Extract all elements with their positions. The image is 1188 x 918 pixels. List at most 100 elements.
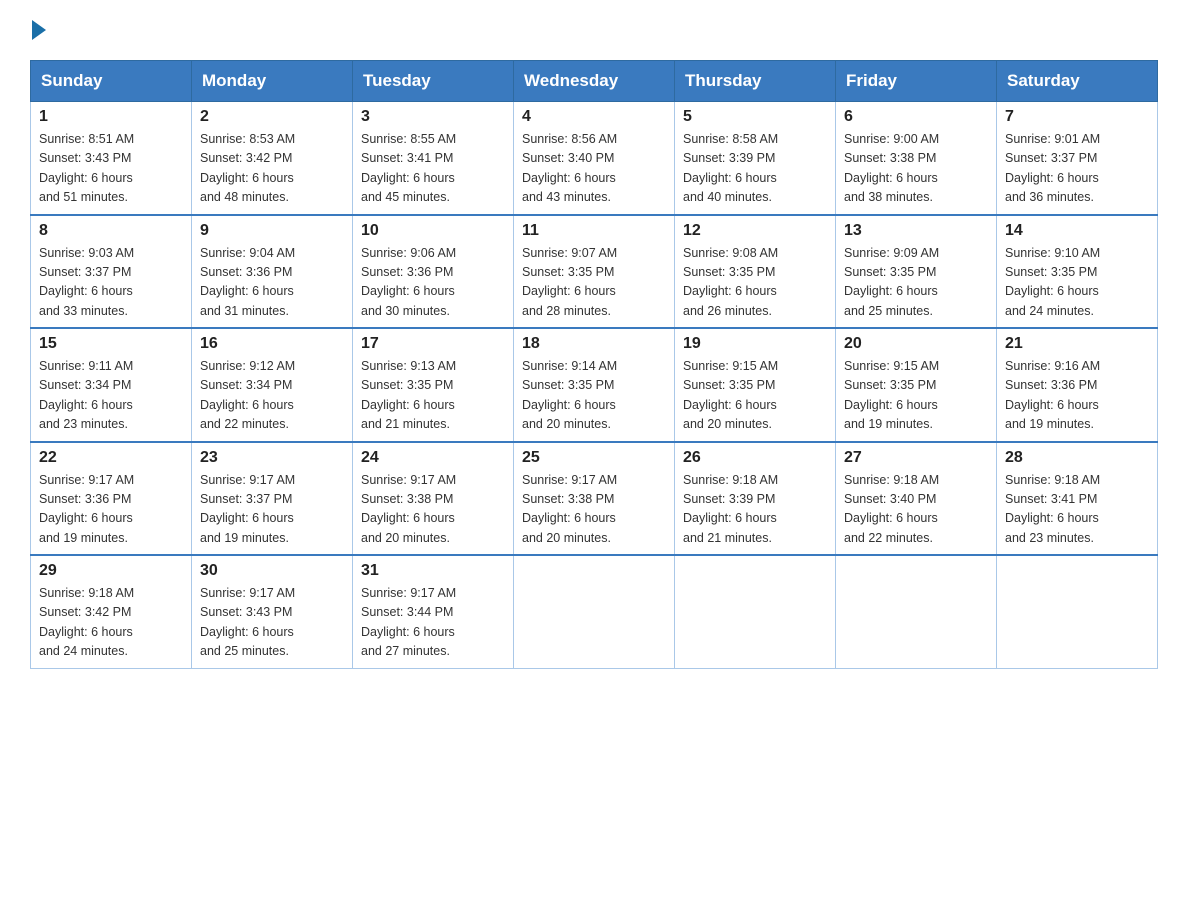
calendar-cell: 18 Sunrise: 9:14 AMSunset: 3:35 PMDaylig… <box>514 328 675 442</box>
day-info: Sunrise: 9:14 AMSunset: 3:35 PMDaylight:… <box>522 357 666 435</box>
calendar-cell: 27 Sunrise: 9:18 AMSunset: 3:40 PMDaylig… <box>836 442 997 556</box>
calendar-cell: 15 Sunrise: 9:11 AMSunset: 3:34 PMDaylig… <box>31 328 192 442</box>
day-info: Sunrise: 9:18 AMSunset: 3:42 PMDaylight:… <box>39 584 183 662</box>
calendar-cell: 23 Sunrise: 9:17 AMSunset: 3:37 PMDaylig… <box>192 442 353 556</box>
day-number: 15 <box>39 335 183 353</box>
day-number: 16 <box>200 335 344 353</box>
calendar-cell: 29 Sunrise: 9:18 AMSunset: 3:42 PMDaylig… <box>31 555 192 668</box>
calendar-cell: 4 Sunrise: 8:56 AMSunset: 3:40 PMDayligh… <box>514 102 675 215</box>
calendar-cell: 26 Sunrise: 9:18 AMSunset: 3:39 PMDaylig… <box>675 442 836 556</box>
day-number: 23 <box>200 449 344 467</box>
calendar-cell: 19 Sunrise: 9:15 AMSunset: 3:35 PMDaylig… <box>675 328 836 442</box>
day-info: Sunrise: 9:17 AMSunset: 3:38 PMDaylight:… <box>361 471 505 549</box>
day-number: 18 <box>522 335 666 353</box>
calendar-cell: 8 Sunrise: 9:03 AMSunset: 3:37 PMDayligh… <box>31 215 192 329</box>
day-number: 26 <box>683 449 827 467</box>
day-info: Sunrise: 9:06 AMSunset: 3:36 PMDaylight:… <box>361 244 505 322</box>
column-header-friday: Friday <box>836 61 997 102</box>
calendar-cell: 14 Sunrise: 9:10 AMSunset: 3:35 PMDaylig… <box>997 215 1158 329</box>
day-info: Sunrise: 9:17 AMSunset: 3:43 PMDaylight:… <box>200 584 344 662</box>
day-info: Sunrise: 8:56 AMSunset: 3:40 PMDaylight:… <box>522 130 666 208</box>
day-info: Sunrise: 9:10 AMSunset: 3:35 PMDaylight:… <box>1005 244 1149 322</box>
column-header-wednesday: Wednesday <box>514 61 675 102</box>
day-info: Sunrise: 8:53 AMSunset: 3:42 PMDaylight:… <box>200 130 344 208</box>
day-info: Sunrise: 9:15 AMSunset: 3:35 PMDaylight:… <box>844 357 988 435</box>
week-row-4: 22 Sunrise: 9:17 AMSunset: 3:36 PMDaylig… <box>31 442 1158 556</box>
day-number: 25 <box>522 449 666 467</box>
day-info: Sunrise: 9:07 AMSunset: 3:35 PMDaylight:… <box>522 244 666 322</box>
day-number: 13 <box>844 222 988 240</box>
logo-blue-part <box>30 20 46 40</box>
day-number: 17 <box>361 335 505 353</box>
day-number: 20 <box>844 335 988 353</box>
day-number: 7 <box>1005 108 1149 126</box>
calendar-cell: 7 Sunrise: 9:01 AMSunset: 3:37 PMDayligh… <box>997 102 1158 215</box>
calendar-cell: 3 Sunrise: 8:55 AMSunset: 3:41 PMDayligh… <box>353 102 514 215</box>
column-header-thursday: Thursday <box>675 61 836 102</box>
logo <box>30 20 46 40</box>
calendar-cell: 20 Sunrise: 9:15 AMSunset: 3:35 PMDaylig… <box>836 328 997 442</box>
day-info: Sunrise: 9:12 AMSunset: 3:34 PMDaylight:… <box>200 357 344 435</box>
week-row-5: 29 Sunrise: 9:18 AMSunset: 3:42 PMDaylig… <box>31 555 1158 668</box>
day-info: Sunrise: 8:51 AMSunset: 3:43 PMDaylight:… <box>39 130 183 208</box>
calendar-cell: 25 Sunrise: 9:17 AMSunset: 3:38 PMDaylig… <box>514 442 675 556</box>
calendar-cell <box>997 555 1158 668</box>
column-header-sunday: Sunday <box>31 61 192 102</box>
day-info: Sunrise: 9:18 AMSunset: 3:40 PMDaylight:… <box>844 471 988 549</box>
day-number: 28 <box>1005 449 1149 467</box>
day-number: 22 <box>39 449 183 467</box>
day-info: Sunrise: 9:17 AMSunset: 3:44 PMDaylight:… <box>361 584 505 662</box>
calendar-cell: 31 Sunrise: 9:17 AMSunset: 3:44 PMDaylig… <box>353 555 514 668</box>
day-number: 6 <box>844 108 988 126</box>
day-number: 10 <box>361 222 505 240</box>
day-info: Sunrise: 9:16 AMSunset: 3:36 PMDaylight:… <box>1005 357 1149 435</box>
calendar-cell: 9 Sunrise: 9:04 AMSunset: 3:36 PMDayligh… <box>192 215 353 329</box>
day-number: 24 <box>361 449 505 467</box>
week-row-2: 8 Sunrise: 9:03 AMSunset: 3:37 PMDayligh… <box>31 215 1158 329</box>
page-header <box>30 20 1158 40</box>
day-info: Sunrise: 9:03 AMSunset: 3:37 PMDaylight:… <box>39 244 183 322</box>
calendar-cell: 10 Sunrise: 9:06 AMSunset: 3:36 PMDaylig… <box>353 215 514 329</box>
day-info: Sunrise: 9:13 AMSunset: 3:35 PMDaylight:… <box>361 357 505 435</box>
day-number: 11 <box>522 222 666 240</box>
day-info: Sunrise: 9:04 AMSunset: 3:36 PMDaylight:… <box>200 244 344 322</box>
calendar-cell: 5 Sunrise: 8:58 AMSunset: 3:39 PMDayligh… <box>675 102 836 215</box>
day-number: 30 <box>200 562 344 580</box>
day-number: 9 <box>200 222 344 240</box>
calendar-cell: 6 Sunrise: 9:00 AMSunset: 3:38 PMDayligh… <box>836 102 997 215</box>
day-number: 31 <box>361 562 505 580</box>
day-number: 14 <box>1005 222 1149 240</box>
calendar-cell: 2 Sunrise: 8:53 AMSunset: 3:42 PMDayligh… <box>192 102 353 215</box>
day-info: Sunrise: 9:01 AMSunset: 3:37 PMDaylight:… <box>1005 130 1149 208</box>
calendar-cell: 22 Sunrise: 9:17 AMSunset: 3:36 PMDaylig… <box>31 442 192 556</box>
calendar-cell: 12 Sunrise: 9:08 AMSunset: 3:35 PMDaylig… <box>675 215 836 329</box>
day-number: 3 <box>361 108 505 126</box>
calendar-cell: 1 Sunrise: 8:51 AMSunset: 3:43 PMDayligh… <box>31 102 192 215</box>
day-number: 2 <box>200 108 344 126</box>
header-row: SundayMondayTuesdayWednesdayThursdayFrid… <box>31 61 1158 102</box>
day-number: 5 <box>683 108 827 126</box>
calendar-cell <box>675 555 836 668</box>
day-number: 1 <box>39 108 183 126</box>
week-row-3: 15 Sunrise: 9:11 AMSunset: 3:34 PMDaylig… <box>31 328 1158 442</box>
calendar-cell: 17 Sunrise: 9:13 AMSunset: 3:35 PMDaylig… <box>353 328 514 442</box>
calendar-cell <box>836 555 997 668</box>
day-number: 21 <box>1005 335 1149 353</box>
day-info: Sunrise: 9:08 AMSunset: 3:35 PMDaylight:… <box>683 244 827 322</box>
column-header-monday: Monday <box>192 61 353 102</box>
calendar-cell: 30 Sunrise: 9:17 AMSunset: 3:43 PMDaylig… <box>192 555 353 668</box>
day-info: Sunrise: 9:00 AMSunset: 3:38 PMDaylight:… <box>844 130 988 208</box>
logo-arrow-icon <box>32 20 46 40</box>
day-info: Sunrise: 9:11 AMSunset: 3:34 PMDaylight:… <box>39 357 183 435</box>
day-info: Sunrise: 9:15 AMSunset: 3:35 PMDaylight:… <box>683 357 827 435</box>
day-number: 19 <box>683 335 827 353</box>
calendar-cell: 11 Sunrise: 9:07 AMSunset: 3:35 PMDaylig… <box>514 215 675 329</box>
calendar-table: SundayMondayTuesdayWednesdayThursdayFrid… <box>30 60 1158 669</box>
calendar-cell: 28 Sunrise: 9:18 AMSunset: 3:41 PMDaylig… <box>997 442 1158 556</box>
day-number: 12 <box>683 222 827 240</box>
day-number: 27 <box>844 449 988 467</box>
day-info: Sunrise: 9:18 AMSunset: 3:41 PMDaylight:… <box>1005 471 1149 549</box>
calendar-cell: 21 Sunrise: 9:16 AMSunset: 3:36 PMDaylig… <box>997 328 1158 442</box>
day-info: Sunrise: 9:09 AMSunset: 3:35 PMDaylight:… <box>844 244 988 322</box>
column-header-tuesday: Tuesday <box>353 61 514 102</box>
